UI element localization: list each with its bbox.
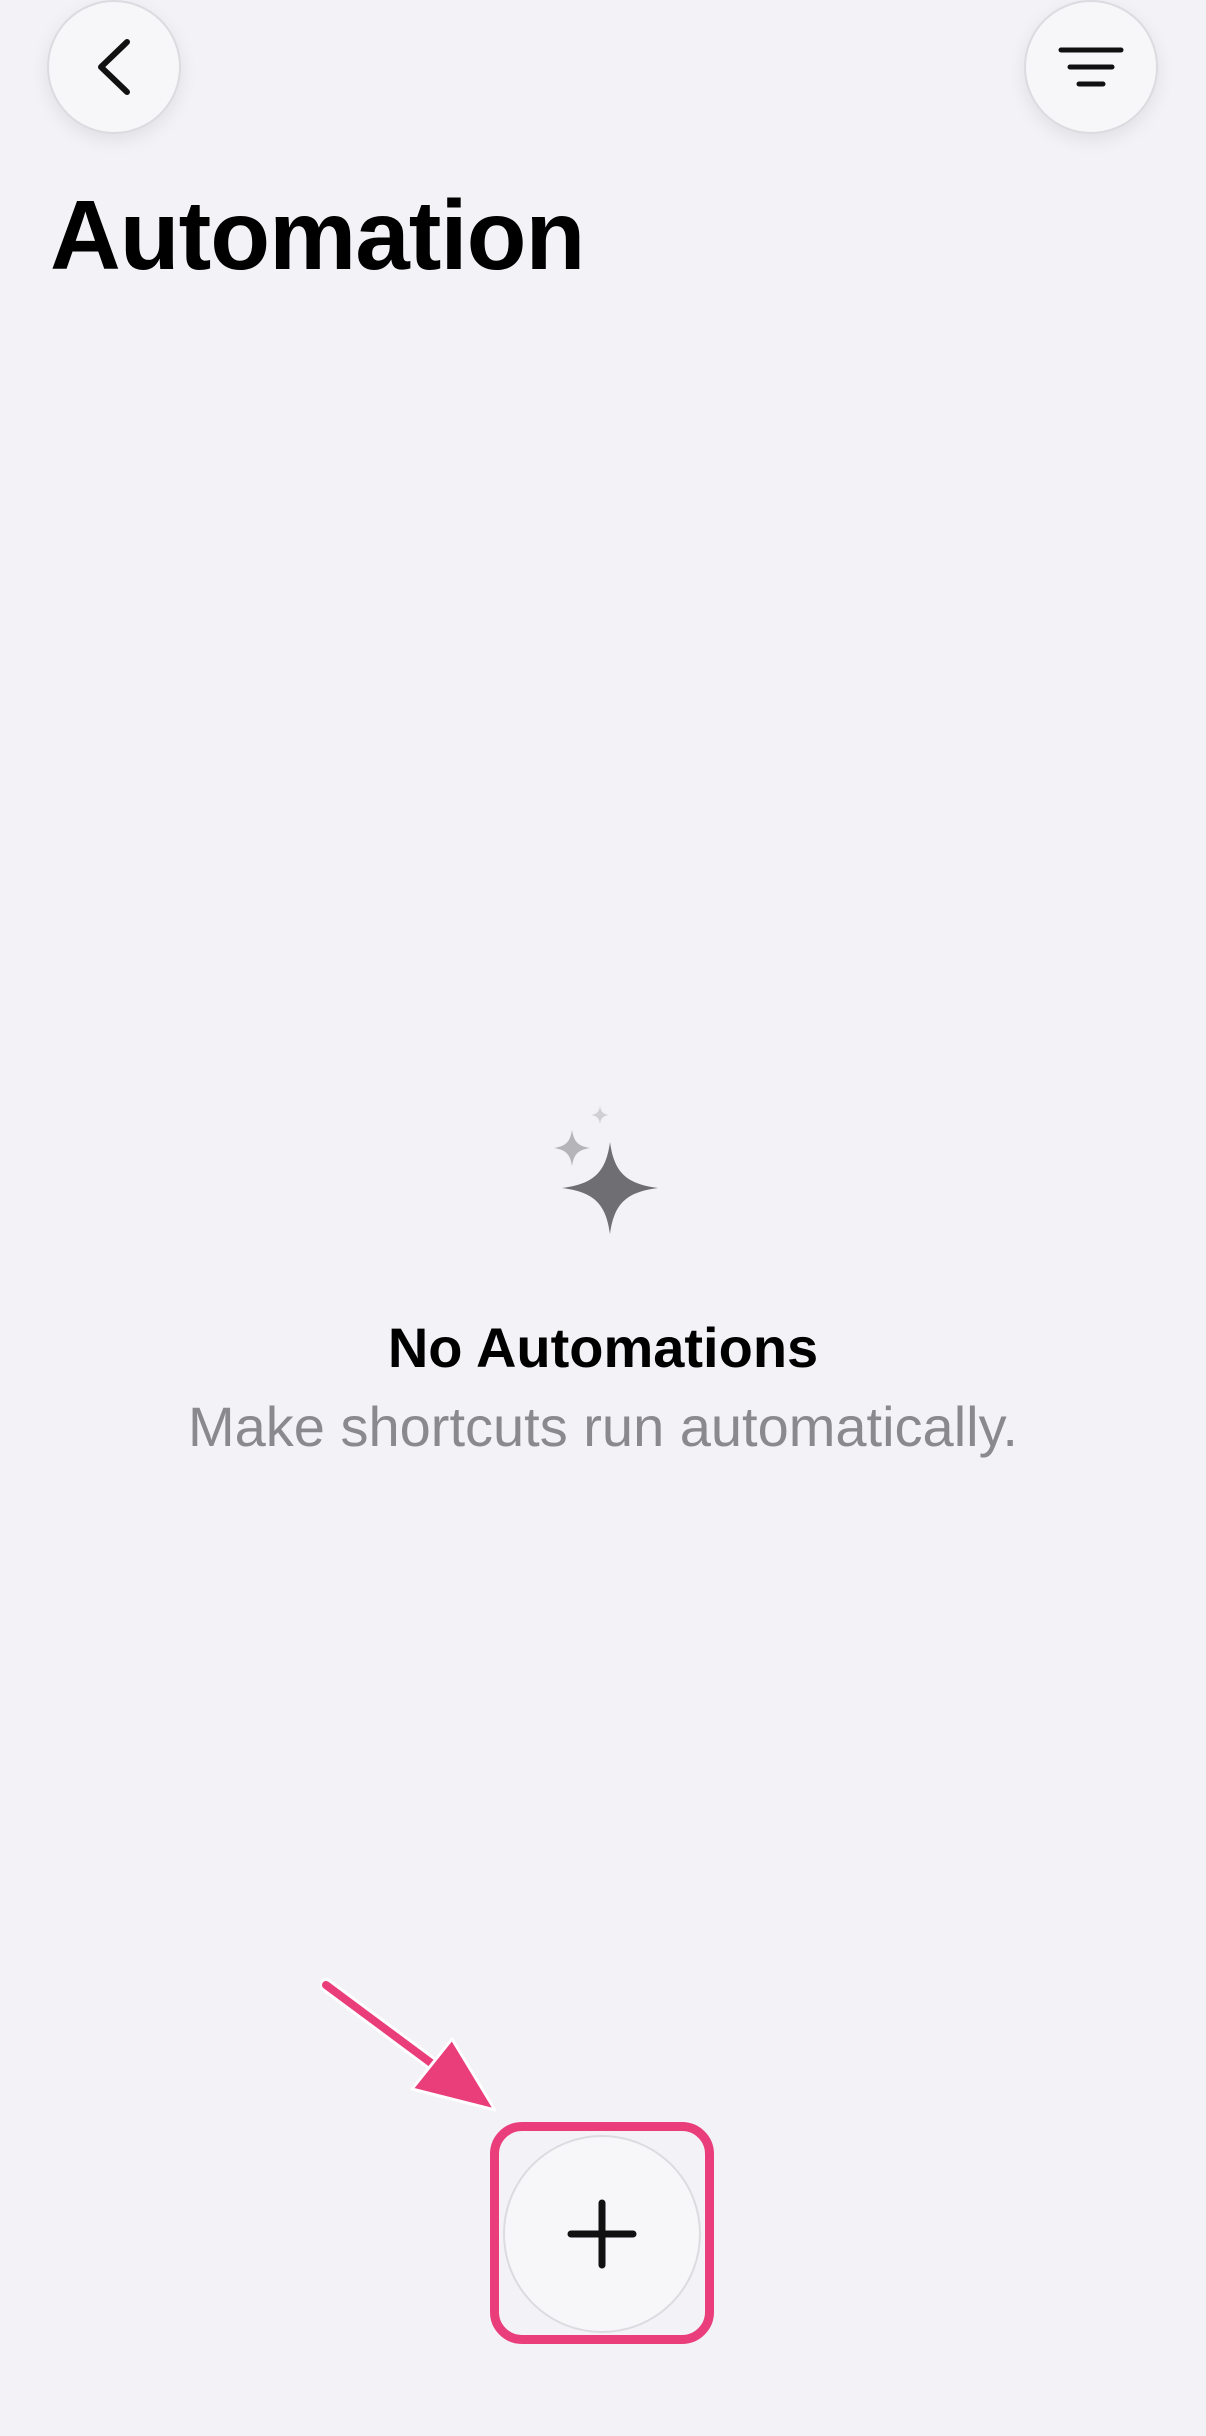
plus-icon [567,2199,637,2269]
filter-lines-icon [1058,47,1124,87]
sparkles-icon [554,1106,658,1234]
add-automation-button[interactable] [503,2135,701,2333]
empty-state-title: No Automations [387,1316,819,1379]
annotation-arrow [320,1978,497,2112]
chevron-left-icon [98,39,130,95]
empty-state-subtitle: Make shortcuts run automatically. [188,1395,1018,1458]
page-title: Automation [50,180,585,290]
back-button[interactable] [47,0,181,134]
filter-menu-button[interactable] [1024,0,1158,134]
